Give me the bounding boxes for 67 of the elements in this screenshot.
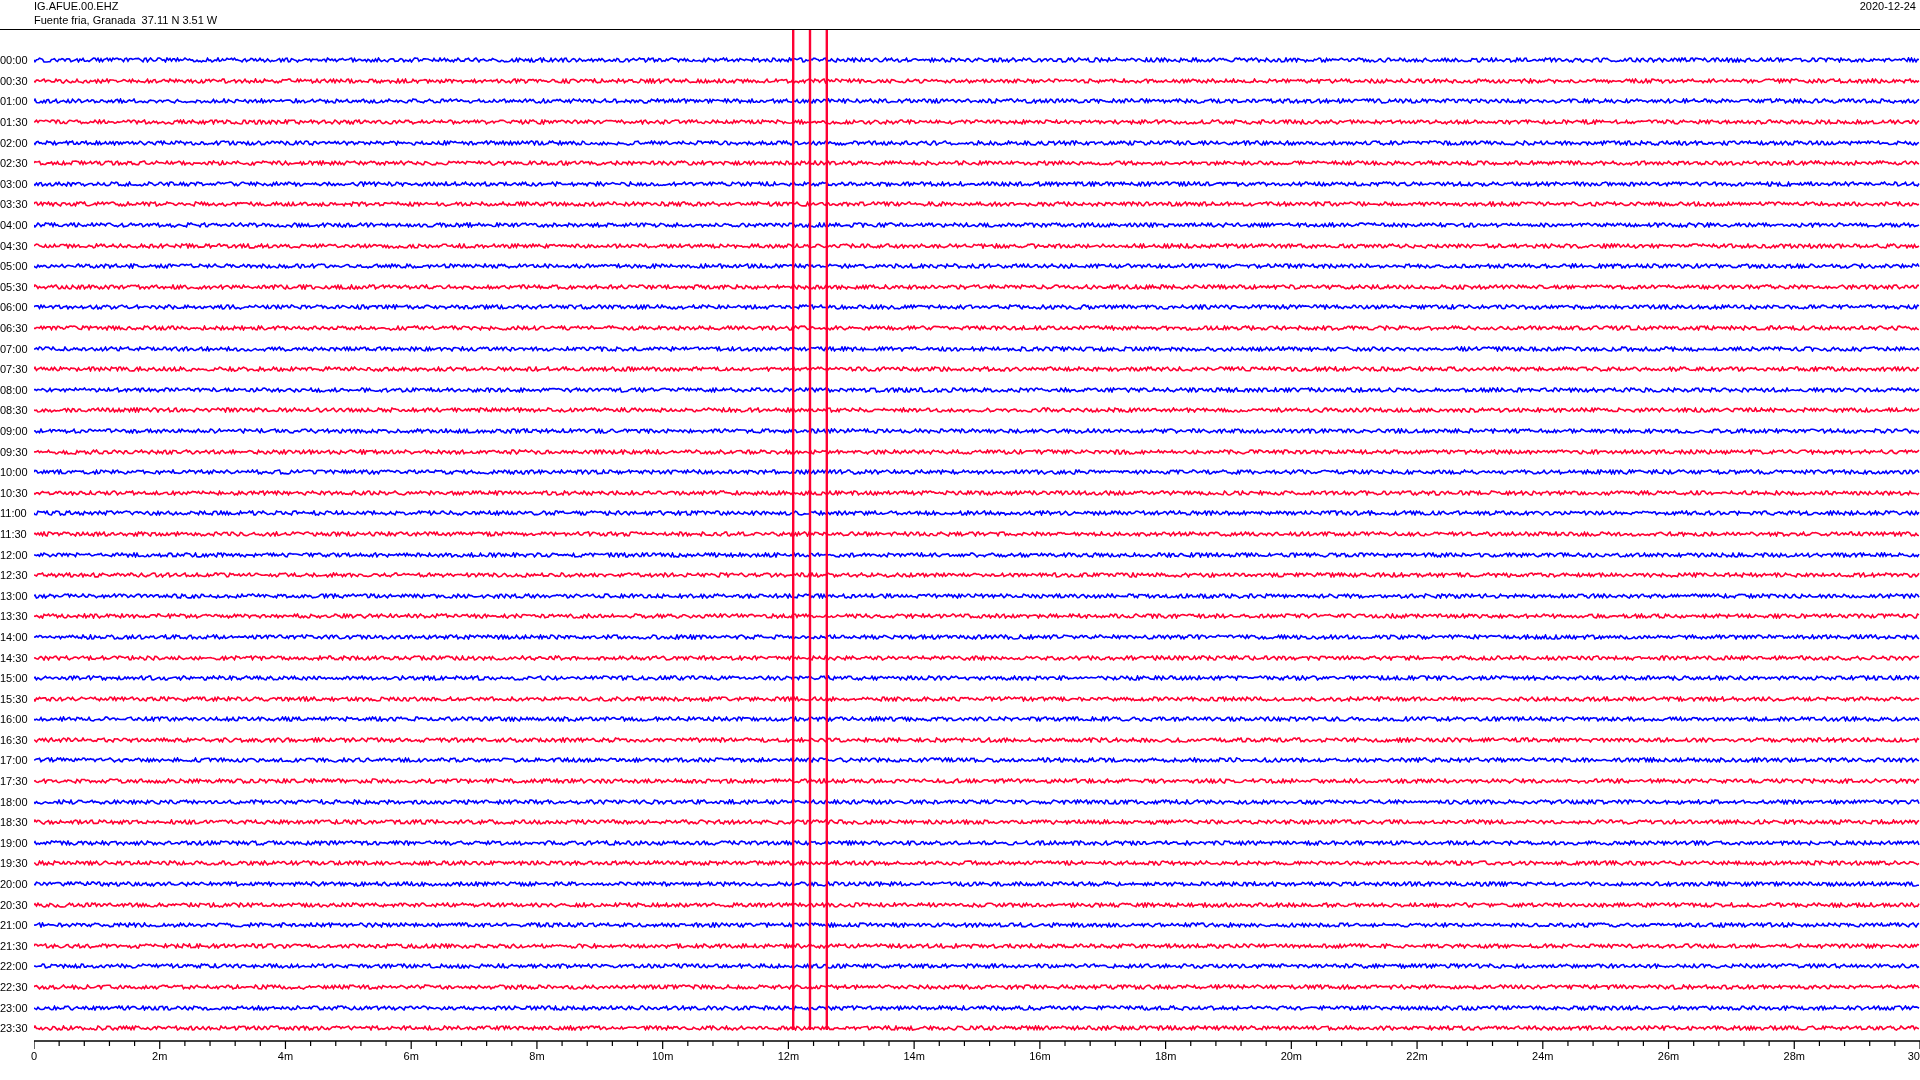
time-label: 22:30 — [0, 981, 29, 993]
axis-tick-label: 30 — [1907, 1050, 1920, 1062]
axis-tick-label: 2m — [152, 1050, 168, 1062]
time-label: 00:30 — [0, 74, 29, 87]
station-code: IG.AFUE.00.EHZ — [34, 0, 120, 13]
time-label: 16:30 — [0, 733, 29, 746]
axis-tick-label: 28m — [1783, 1050, 1805, 1062]
time-label: 19:30 — [0, 857, 29, 870]
time-label: 04:00 — [0, 219, 29, 232]
record-date: 2020-12-24 — [1859, 0, 1916, 14]
time-label: 17:30 — [0, 775, 29, 788]
time-label: 21:30 — [0, 939, 29, 952]
axis-tick-label: 26m — [1657, 1050, 1680, 1062]
time-label: 00:00 — [0, 54, 29, 67]
time-label: 11:30 — [0, 527, 28, 540]
time-label: 01:30 — [0, 116, 29, 129]
time-label: 03:30 — [0, 198, 29, 211]
time-label: 20:00 — [0, 878, 29, 891]
time-label: 09:00 — [0, 425, 29, 437]
time-label: 11:00 — [0, 507, 28, 520]
axis-tick-label: 16m — [1029, 1050, 1051, 1062]
axis-tick-label: 22m — [1406, 1050, 1428, 1062]
axis-tick-label: 20m — [1280, 1050, 1303, 1062]
axis-tick-label: 6m — [403, 1050, 419, 1062]
time-label: 06:00 — [0, 301, 29, 314]
time-label: 22:00 — [0, 960, 29, 973]
time-label: 02:00 — [0, 136, 29, 149]
time-label: 17:00 — [0, 754, 29, 767]
time-label: 18:00 — [0, 795, 29, 808]
time-label: 05:30 — [0, 280, 29, 293]
axis-tick-label: 10m — [651, 1050, 674, 1062]
time-label: 20:30 — [0, 898, 29, 911]
time-label: 23:00 — [0, 1001, 29, 1014]
time-label: 02:30 — [0, 157, 29, 170]
axis-tick-label: 0 — [30, 1050, 38, 1062]
time-label: 07:30 — [0, 363, 29, 376]
axis-tick-label: 14m — [903, 1050, 925, 1062]
station-location: Fuente fria, Granada 37.11 N 3.51 W — [34, 14, 218, 27]
time-label: 15:00 — [0, 672, 29, 685]
time-label: 16:00 — [0, 713, 29, 726]
time-label: 08:00 — [0, 383, 29, 396]
time-label: 03:00 — [0, 177, 29, 190]
time-label: 05:00 — [0, 260, 29, 273]
time-label: 23:30 — [0, 1022, 29, 1035]
axis-tick-label: 12m — [777, 1050, 800, 1062]
time-label: 21:00 — [0, 919, 29, 932]
time-label: 07:00 — [0, 342, 29, 355]
time-label: 18:30 — [0, 816, 29, 829]
axis-tick-label: 8m — [529, 1050, 545, 1062]
time-label: 12:30 — [0, 569, 29, 582]
time-label: 13:00 — [0, 589, 29, 602]
time-label: 09:30 — [0, 445, 29, 458]
time-label: 12:00 — [0, 548, 29, 561]
time-label: 13:30 — [0, 610, 29, 623]
axis-tick-label: 24m — [1532, 1050, 1554, 1062]
axis-tick-label: 18m — [1154, 1050, 1177, 1062]
time-label: 01:00 — [0, 95, 29, 108]
time-label: 14:00 — [0, 630, 29, 643]
time-label: 10:30 — [0, 486, 29, 499]
time-label: 04:30 — [0, 239, 29, 252]
time-label: 14:30 — [0, 651, 29, 664]
axis-tick-label: 4m — [277, 1050, 294, 1062]
time-label: 19:00 — [0, 836, 29, 849]
time-label: 15:30 — [0, 692, 29, 705]
time-label: 08:30 — [0, 404, 29, 417]
time-label: 10:00 — [0, 466, 29, 479]
time-label: 06:30 — [0, 322, 29, 334]
